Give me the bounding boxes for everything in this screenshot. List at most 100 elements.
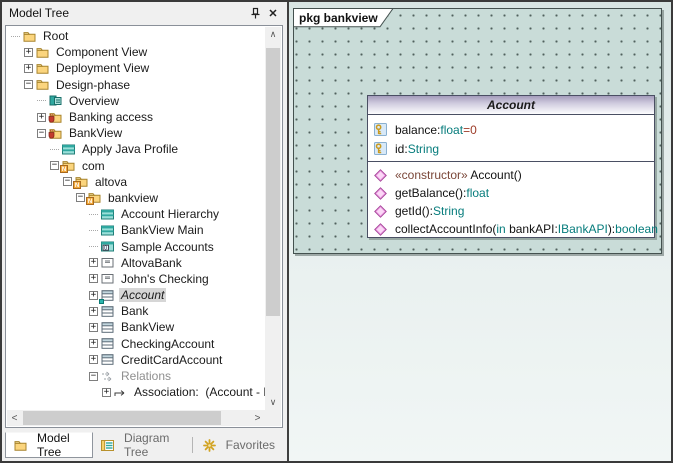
class-attribute-row[interactable]: id:String (368, 139, 654, 158)
member-text: «constructor» Account() (395, 168, 522, 182)
tree-item-label: BankView Main (119, 223, 206, 237)
class-operation-row[interactable]: getId():String (368, 202, 654, 220)
class-operation-row[interactable]: collectAccountInfo(in bankAPI:IBankAPI):… (368, 220, 654, 238)
vertical-scroll-thumb[interactable] (266, 48, 280, 316)
tab-separator (192, 437, 193, 453)
tree-item-deployment-view[interactable]: +Deployment View (7, 60, 265, 76)
expand-icon[interactable]: + (24, 64, 33, 73)
tab-label: Favorites (226, 438, 275, 452)
expand-icon[interactable]: + (89, 355, 98, 364)
collapse-icon[interactable]: − (24, 80, 33, 89)
tree-item-label: altova (93, 175, 129, 189)
tree-item-overview[interactable]: Overview (7, 93, 265, 109)
svg-text:N: N (88, 200, 92, 206)
expand-icon[interactable]: + (89, 274, 98, 283)
member-text: getId():String (395, 204, 464, 218)
tab-model-tree[interactable]: Model Tree (5, 432, 93, 458)
collapse-icon[interactable]: − (50, 161, 59, 170)
public-diamond-icon (374, 223, 387, 236)
tree-item-altovabank[interactable]: + AltovaBank (7, 255, 265, 271)
class-icon (101, 353, 115, 366)
tree-item-banking-access[interactable]: + Banking access (7, 109, 265, 125)
tree-item-com[interactable]: −Ncom (7, 158, 265, 174)
expand-icon[interactable]: + (89, 339, 98, 348)
scroll-left-icon[interactable]: < (7, 410, 22, 426)
tree-item-altova[interactable]: −Naltova (7, 174, 265, 190)
tree-item-relations[interactable]: − Relations (7, 368, 265, 384)
text-segment: collectAccountInfo( (395, 222, 496, 236)
tree-item-apply-java-profile[interactable]: Apply Java Profile (7, 141, 265, 157)
tree-item-label: AltovaBank (119, 256, 184, 270)
tree-item-component-view[interactable]: +Component View (7, 44, 265, 60)
horizontal-scroll-thumb[interactable] (23, 411, 221, 425)
class-operation-row[interactable]: getBalance():float (368, 184, 654, 202)
expand-icon[interactable]: + (89, 323, 98, 332)
expand-icon[interactable]: + (24, 48, 33, 57)
element-marker-dot (99, 299, 104, 304)
tree-item-label: Relations (119, 369, 173, 383)
text-segment: getId(): (395, 204, 433, 218)
collapse-icon[interactable]: − (63, 177, 72, 186)
class-icon (101, 321, 115, 334)
diagram-canvas[interactable]: pkg bankview Account balance:float=0id:S… (287, 2, 671, 461)
collapse-icon[interactable]: − (37, 129, 46, 138)
text-segment: String (408, 142, 439, 156)
text-segment: id: (395, 142, 408, 156)
tree-item-bankview[interactable]: −Nbankview (7, 190, 265, 206)
tree-item-bankview[interactable]: +BankView (7, 319, 265, 335)
collapse-icon[interactable]: − (76, 193, 85, 202)
uml-class-account[interactable]: Account balance:float=0id:String «constr… (367, 95, 655, 238)
java-package-icon (49, 111, 63, 124)
class-attributes-section: balance:float=0id:String (368, 115, 654, 162)
scroll-right-icon[interactable]: > (250, 410, 265, 426)
class-attribute-row[interactable]: balance:float=0 (368, 120, 654, 139)
tree-item-creditcardaccount[interactable]: +CreditCardAccount (7, 352, 265, 368)
tree-item-association-account-ban[interactable]: +Association: (Account - Ban (7, 384, 265, 400)
class-operation-row[interactable]: «constructor» Account() (368, 166, 654, 184)
text-segment: boolean (615, 222, 658, 236)
member-text: collectAccountInfo(in bankAPI:IBankAPI):… (395, 222, 658, 236)
tree-connector (89, 214, 98, 215)
svg-text:N: N (62, 167, 66, 173)
tree-item-bank[interactable]: + Bank (7, 303, 265, 319)
scroll-up-icon[interactable]: ∧ (265, 27, 281, 42)
tree-connector (50, 149, 59, 150)
tree-item-bankview-main[interactable]: BankView Main (7, 222, 265, 238)
tree-item-checkingaccount[interactable]: + CheckingAccount (7, 336, 265, 352)
tree-item-label: Bank (119, 304, 150, 318)
text-segment: in (496, 222, 509, 236)
tab-label: Diagram Tree (124, 431, 182, 459)
tree-item-design-phase[interactable]: −Design-phase (7, 77, 265, 93)
tab-favorites[interactable]: Favorites (195, 432, 283, 458)
package-frame-bankview[interactable]: pkg bankview Account balance:float=0id:S… (293, 8, 662, 254)
tab-diagram-tree[interactable]: Diagram Tree (93, 432, 190, 458)
pin-icon[interactable] (246, 5, 264, 22)
horizontal-scrollbar[interactable]: < > (7, 410, 265, 426)
scroll-down-icon[interactable]: ∨ (265, 395, 281, 410)
namespace-folder-icon: N (62, 159, 76, 172)
tree-item-account-hierarchy[interactable]: Account Hierarchy (7, 206, 265, 222)
tree-item-label: com (80, 159, 107, 173)
folder-icon (36, 78, 50, 91)
class-icon (101, 337, 115, 350)
tree-item-label: CheckingAccount (119, 337, 216, 351)
expand-icon[interactable]: + (89, 291, 98, 300)
tree-item-sample-accounts[interactable]: 0Sample Accounts (7, 238, 265, 254)
tree-item-root[interactable]: Root (7, 28, 265, 44)
tree-item-label: Banking access (67, 110, 155, 124)
tree-item-bankview[interactable]: −BankView (7, 125, 265, 141)
tree-item-account[interactable]: +Account (7, 287, 265, 303)
tree-item-john-s-checking[interactable]: +John's Checking (7, 271, 265, 287)
close-icon[interactable]: ✕ (264, 5, 282, 22)
vertical-scrollbar[interactable]: ∧ ∨ (265, 27, 281, 410)
expand-icon[interactable]: + (102, 388, 111, 397)
class-diagram-icon (101, 224, 115, 237)
expand-icon[interactable]: + (89, 307, 98, 316)
expand-icon[interactable]: + (89, 258, 98, 267)
text-segment: Account() (470, 168, 521, 182)
tree-item-label: Account Hierarchy (119, 207, 221, 221)
class-icon (101, 305, 115, 318)
expand-icon[interactable]: + (37, 113, 46, 122)
folder-icon (14, 439, 28, 452)
collapse-icon[interactable]: − (89, 372, 98, 381)
